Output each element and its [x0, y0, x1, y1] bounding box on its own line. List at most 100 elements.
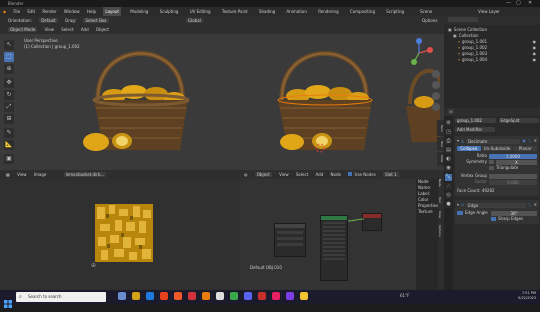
edge-split-name-field[interactable]: Edge: [466, 202, 526, 208]
remove-modifier-icon[interactable]: ✕: [534, 138, 537, 144]
tab-layout[interactable]: Layout: [103, 7, 121, 16]
node-tab-options[interactable]: Options: [438, 225, 442, 247]
app-icon-dark-red[interactable]: [258, 292, 266, 300]
cursor-tool-icon[interactable]: ⊕: [4, 64, 14, 74]
outliner-item[interactable]: ▿ group_1.004 ◉: [444, 57, 540, 63]
tab-rendering[interactable]: Rendering: [316, 7, 340, 16]
viewport-toggle-icon[interactable]: ▢: [528, 202, 532, 208]
annotate-tool-icon[interactable]: ✎: [4, 128, 14, 138]
n-panel-tab-view[interactable]: View: [437, 152, 444, 166]
outliner-search-input[interactable]: [448, 17, 478, 22]
file-explorer-icon[interactable]: [132, 292, 140, 300]
options-dropdown[interactable]: Options: [422, 16, 437, 25]
firefox-icon[interactable]: [174, 292, 182, 300]
mode-dropdown[interactable]: Object Mode: [8, 27, 38, 32]
sharp-edges-checkbox[interactable]: [491, 217, 496, 221]
tab-animation[interactable]: Animation: [285, 7, 309, 16]
tab-un-subdivide[interactable]: Un-Subdivide: [481, 146, 513, 151]
remove-modifier-icon[interactable]: ✕: [534, 202, 537, 208]
edge-browser-icon[interactable]: [146, 292, 154, 300]
office-icon[interactable]: [160, 292, 168, 300]
triangulate-checkbox[interactable]: [489, 166, 494, 170]
output-props-icon[interactable]: ⎙: [445, 138, 452, 145]
view-layer-selector[interactable]: View Layer: [478, 7, 506, 16]
image-editor-type-icon[interactable]: ▦: [6, 172, 10, 177]
node-menu-select[interactable]: Select: [296, 172, 308, 177]
image-menu-view[interactable]: View: [17, 172, 27, 177]
menu-render[interactable]: Render: [42, 9, 56, 14]
viewport-menu-add[interactable]: Add: [81, 27, 89, 32]
ortho-grid-icon[interactable]: [432, 103, 440, 111]
menu-window[interactable]: Window: [64, 9, 80, 14]
discord-icon[interactable]: [244, 292, 252, 300]
symmetry-axis-dropdown[interactable]: X: [496, 159, 537, 165]
viewport-menu-view[interactable]: View: [44, 27, 54, 32]
node-menu-object[interactable]: Object: [254, 172, 272, 177]
render-props-icon[interactable]: ◳: [445, 129, 452, 136]
symmetry-checkbox[interactable]: [489, 160, 494, 164]
app-icon-yellow[interactable]: [300, 292, 308, 300]
scale-tool-icon[interactable]: ⤢: [4, 102, 14, 112]
modifier-search-field[interactable]: EdgeSplit: [498, 118, 539, 123]
tab-compositing[interactable]: Compositing: [348, 7, 377, 16]
transform-tool-icon[interactable]: ⊞: [4, 114, 14, 124]
close-button[interactable]: ✕: [528, 0, 532, 7]
image-browse-field[interactable]: lemonbasket.dirb...: [63, 172, 107, 177]
move-tool-icon[interactable]: ✥: [4, 78, 14, 88]
weather-widget[interactable]: 61°F: [400, 293, 409, 298]
menu-edit[interactable]: Edit: [27, 9, 35, 14]
taskbar-search-input[interactable]: ⌕ Search to search: [16, 292, 106, 302]
expand-chevron-icon[interactable]: ▾: [457, 202, 459, 208]
n-panel-tab-tool[interactable]: Tool: [437, 137, 444, 151]
material-props-icon[interactable]: ●: [445, 201, 452, 208]
visibility-eye-icon[interactable]: ◉: [533, 57, 537, 63]
image-editor-canvas[interactable]: ⊕: [0, 179, 240, 290]
scene-selector[interactable]: Scene: [420, 7, 438, 16]
node-menu-add[interactable]: Add: [316, 172, 324, 177]
app-icon-red[interactable]: [188, 292, 196, 300]
node-tab-node[interactable]: Node: [438, 179, 442, 197]
tool-props-icon[interactable]: ⚙: [445, 120, 452, 127]
zoom-icon[interactable]: [432, 70, 440, 78]
edge-angle-field[interactable]: 30°: [491, 210, 537, 216]
select-box-tool-icon[interactable]: ⬚: [4, 52, 14, 62]
camera-view-icon[interactable]: [432, 92, 440, 100]
menu-file[interactable]: File: [13, 9, 20, 14]
material-output-node[interactable]: [362, 213, 382, 231]
principled-bsdf-node[interactable]: [320, 215, 348, 281]
maximize-button[interactable]: ▢: [516, 0, 521, 7]
tab-texture-paint[interactable]: Texture Paint: [220, 7, 250, 16]
drag-dropdown[interactable]: Select Box: [83, 18, 109, 23]
ratio-slider[interactable]: 1.0000: [489, 153, 537, 159]
tab-shading[interactable]: Shading: [257, 7, 277, 16]
object-name-field[interactable]: group_1.002: [455, 118, 496, 123]
3d-viewport[interactable]: User Perspective (1) Collection | group_…: [0, 34, 444, 170]
tab-planar[interactable]: Planar: [513, 146, 537, 151]
viewport-toggle-icon[interactable]: ▢: [528, 138, 532, 144]
particles-props-icon[interactable]: ∴: [445, 183, 452, 190]
app-icon-purple[interactable]: [286, 292, 294, 300]
tab-scripting[interactable]: Scripting: [384, 7, 406, 16]
tweak-tool-icon[interactable]: ↖: [4, 40, 14, 50]
tab-modeling[interactable]: Modeling: [128, 7, 150, 16]
node-tab-view[interactable]: View: [438, 211, 442, 225]
blender-logo-icon[interactable]: ◆: [3, 9, 6, 14]
n-panel-tab-item[interactable]: Item: [437, 120, 444, 136]
view-layer-props-icon[interactable]: ▤: [445, 147, 452, 154]
app-icon-pink[interactable]: [272, 292, 280, 300]
windows-start-icon[interactable]: [4, 293, 12, 308]
clock-date[interactable]: 5/22/2023: [510, 296, 536, 300]
world-props-icon[interactable]: ◉: [445, 165, 452, 172]
viewport-menu-object[interactable]: Object: [96, 27, 109, 32]
clock-time[interactable]: 7:51 PM: [510, 291, 536, 295]
node-tab-tool[interactable]: Tool: [438, 197, 442, 211]
tab-collapse[interactable]: Collapse: [457, 146, 481, 151]
slot-dropdown[interactable]: Slot 1: [383, 172, 399, 177]
edge-angle-checkbox[interactable]: [457, 211, 463, 215]
rotate-tool-icon[interactable]: ↻: [4, 90, 14, 100]
tab-sculpting[interactable]: Sculpting: [158, 7, 181, 16]
node-editor-type-icon[interactable]: ◍: [244, 172, 248, 177]
app-icon-green[interactable]: [230, 292, 238, 300]
app-icon-white[interactable]: [216, 292, 224, 300]
menu-help[interactable]: Help: [87, 9, 96, 14]
